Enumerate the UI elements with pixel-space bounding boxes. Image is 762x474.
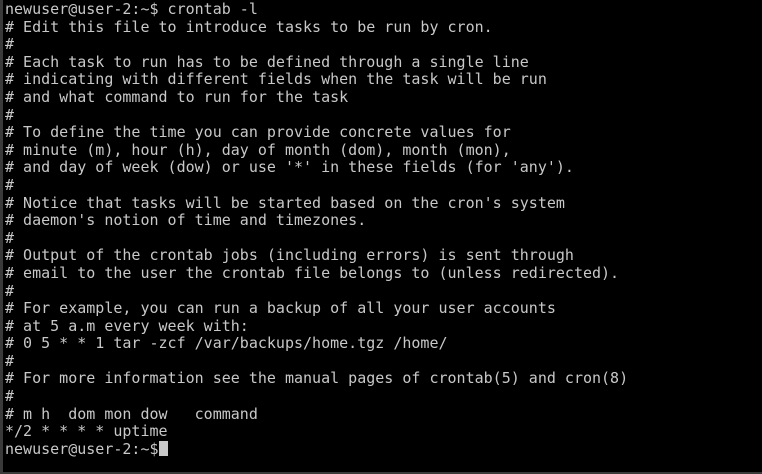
shell-prompt: newuser@user-2:~$ <box>5 440 159 458</box>
crontab-comment-line: # 0 5 * * 1 tar -zcf /var/backups/home.t… <box>5 335 448 353</box>
crontab-comment-line: # Notice that tasks will be started base… <box>5 194 565 212</box>
crontab-header-line: # m h dom mon dow command <box>5 405 258 423</box>
crontab-comment-line: # minute (m), hour (h), day of month (do… <box>5 141 511 159</box>
crontab-entry-line: */2 * * * * uptime <box>5 423 168 441</box>
crontab-comment-line: # Output of the crontab jobs (including … <box>5 247 574 265</box>
crontab-comment-line: # <box>5 36 15 54</box>
crontab-comment-line: # For example, you can run a backup of a… <box>5 300 556 318</box>
prompt-line[interactable]: newuser@user-2:~$ <box>5 440 762 459</box>
crontab-comment-line: # Each task to run has to be defined thr… <box>5 53 529 71</box>
crontab-comment-line: # at 5 a.m every week with: <box>5 317 249 335</box>
crontab-comment-line: # <box>5 388 15 406</box>
crontab-comment-line: # <box>5 282 15 300</box>
crontab-comment-line: # Edit this file to introduce tasks to b… <box>5 18 493 36</box>
text-cursor <box>158 440 168 456</box>
crontab-comment-line: # <box>5 106 15 124</box>
crontab-comment-line: # <box>5 229 15 247</box>
crontab-comment-line: # <box>5 352 15 370</box>
crontab-comment-line: # To define the time you can provide con… <box>5 124 511 142</box>
crontab-comment-line: # email to the user the crontab file bel… <box>5 264 620 282</box>
crontab-comment-line: # <box>5 176 15 194</box>
crontab-comment-line: # For more information see the manual pa… <box>5 370 629 388</box>
command-line: newuser@user-2:~$ crontab -l <box>5 1 258 18</box>
crontab-comment-line: # indicating with different fields when … <box>5 71 547 89</box>
crontab-comment-line: # and day of week (dow) or use '*' in th… <box>5 159 574 177</box>
crontab-comment-line: # daemon's notion of time and timezones. <box>5 212 367 230</box>
terminal-screen[interactable]: newuser@user-2:~$ crontab -l # Edit this… <box>5 1 762 458</box>
window-left-border <box>0 0 3 474</box>
crontab-comment-line: # and what command to run for the task <box>5 88 349 106</box>
terminal-window[interactable]: newuser@user-2:~$ crontab -l # Edit this… <box>0 0 762 474</box>
